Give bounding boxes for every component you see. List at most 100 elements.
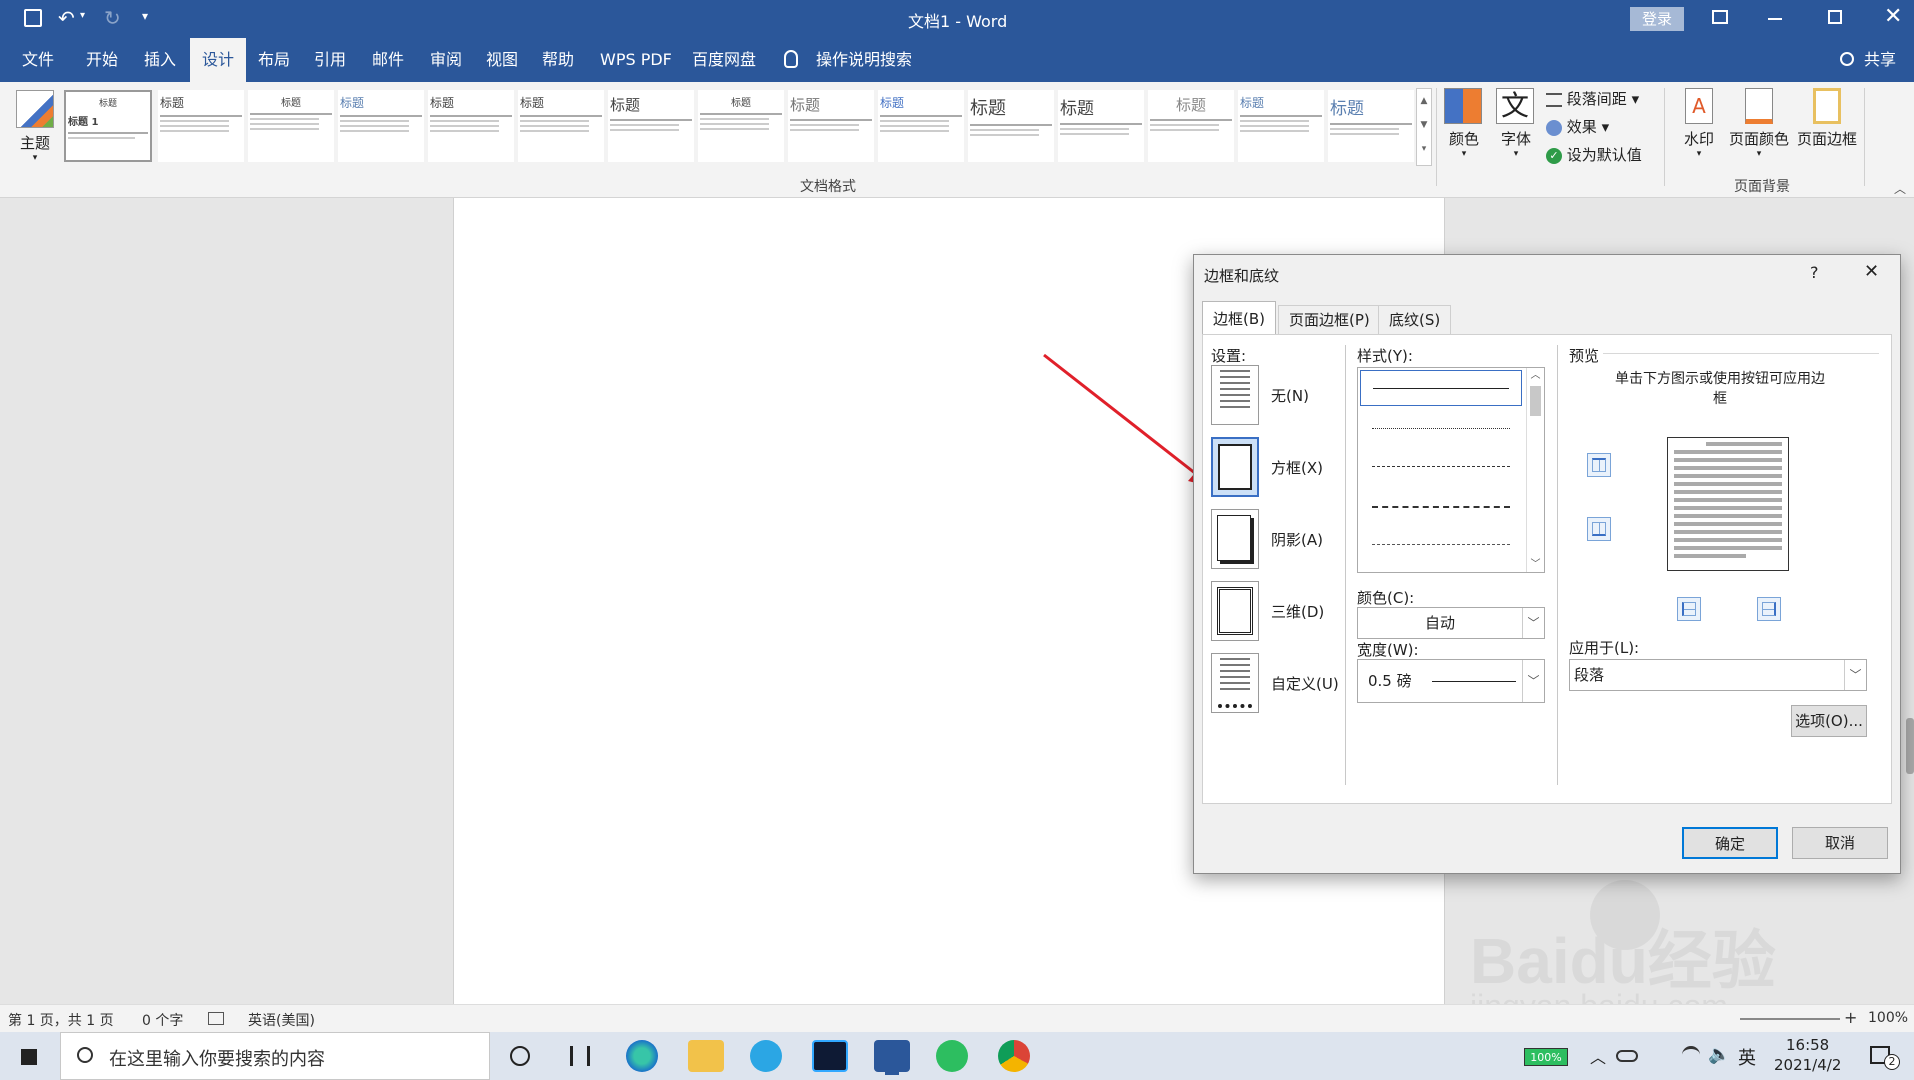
zoom-level[interactable]: 100% (1868, 1010, 1908, 1026)
menu-mailings[interactable]: 邮件 (366, 38, 410, 82)
style-set-thumb[interactable]: 标题 (1328, 90, 1414, 162)
watermark-button[interactable]: A 水印 ▾ (1676, 88, 1722, 168)
width-select[interactable]: 0.5 磅 ﹀ (1357, 659, 1545, 703)
style-set-thumb[interactable]: 标题 (518, 90, 604, 162)
style-set-thumb[interactable]: 标题 (338, 90, 424, 162)
file-explorer-icon[interactable] (688, 1040, 724, 1072)
setting-3d-label[interactable]: 三维(D) (1271, 601, 1324, 622)
preview-page[interactable] (1667, 437, 1789, 571)
theme-button[interactable]: 主题 ▾ (10, 88, 60, 168)
ok-button[interactable]: 确定 (1682, 827, 1778, 859)
maximize-icon[interactable] (1828, 10, 1842, 24)
dialog-close-icon[interactable]: ✕ (1864, 261, 1879, 282)
setting-box-icon[interactable] (1211, 437, 1259, 497)
page-borders-button[interactable]: 页面边框 (1794, 88, 1860, 168)
style-set-thumb[interactable]: 标题 (788, 90, 874, 162)
menu-insert[interactable]: 插入 (138, 38, 182, 82)
setting-3d-icon[interactable] (1211, 581, 1259, 641)
undo-icon[interactable]: ↶ (58, 6, 75, 30)
setting-custom-icon[interactable] (1211, 653, 1259, 713)
network-icon[interactable] (1682, 1046, 1700, 1064)
chevron-up-icon[interactable]: ︿ (1527, 368, 1544, 384)
collapse-ribbon-icon[interactable]: ︿ (1894, 180, 1906, 197)
style-fine-dash-line[interactable] (1372, 466, 1510, 467)
menu-view[interactable]: 视图 (480, 38, 524, 82)
ribbon-display-icon[interactable] (1712, 10, 1728, 24)
zoom-in-icon[interactable]: + (1844, 1008, 1857, 1027)
border-top-button[interactable] (1587, 453, 1611, 477)
style-dash-line[interactable] (1372, 506, 1510, 508)
word-icon[interactable] (874, 1040, 910, 1072)
style-dash-dot-line[interactable] (1372, 544, 1510, 545)
ime-indicator[interactable]: 英 (1738, 1044, 1756, 1070)
style-dotted-line[interactable] (1372, 428, 1510, 429)
gallery-scrollbar[interactable]: ▲ ▼ ▾ (1416, 88, 1432, 166)
page-color-button[interactable]: 页面颜色 ▾ (1726, 88, 1792, 168)
customize-qat-icon[interactable]: ▾ (142, 9, 148, 23)
paragraph-spacing-button[interactable]: 段落间距 ▾ (1546, 88, 1639, 110)
ie-icon[interactable] (750, 1040, 782, 1072)
photoshop-icon[interactable] (812, 1040, 848, 1072)
onedrive-icon[interactable] (1616, 1050, 1638, 1062)
tab-borders[interactable]: 边框(B) (1202, 301, 1276, 335)
edge-icon[interactable] (626, 1040, 658, 1072)
vertical-scrollbar[interactable] (1906, 718, 1914, 774)
options-button[interactable]: 选项(O)... (1791, 705, 1867, 737)
battery-icon[interactable]: 100% (1524, 1048, 1568, 1066)
menu-review[interactable]: 审阅 (424, 38, 468, 82)
evernote-icon[interactable] (936, 1040, 968, 1072)
setting-none-icon[interactable] (1211, 365, 1259, 425)
fonts-button[interactable]: 文 字体 ▾ (1496, 88, 1536, 168)
menu-wps-pdf[interactable]: WPS PDF (594, 38, 678, 82)
help-button[interactable]: ? (1810, 263, 1819, 282)
apply-to-select[interactable]: 段落 ﹀ (1569, 659, 1867, 691)
close-icon[interactable]: ✕ (1884, 4, 1902, 29)
style-set-thumb[interactable]: 标题 标题 1 (64, 90, 152, 162)
setting-custom-label[interactable]: 自定义(U) (1271, 673, 1339, 694)
login-button[interactable]: 登录 (1630, 7, 1684, 31)
taskbar-search-box[interactable]: 在这里输入你要搜索的内容 (60, 1032, 490, 1080)
page-count[interactable]: 第 1 页，共 1 页 (8, 1010, 114, 1030)
set-default-button[interactable]: ✓ 设为默认值 (1546, 144, 1642, 166)
proofing-icon[interactable] (208, 1012, 224, 1025)
undo-dropdown-icon[interactable]: ▾ (80, 10, 85, 21)
chrome-icon[interactable] (998, 1040, 1030, 1072)
tab-shading[interactable]: 底纹(S) (1378, 305, 1452, 335)
task-view-icon[interactable] (570, 1046, 590, 1066)
volume-icon[interactable]: 🔈 (1708, 1044, 1730, 1065)
clock-date[interactable]: 2021/4/2 (1774, 1056, 1841, 1074)
word-count[interactable]: 0 个字 (142, 1010, 183, 1030)
setting-shadow-label[interactable]: 阴影(A) (1271, 529, 1323, 550)
chevron-down-icon[interactable]: ﹀ (1527, 555, 1544, 570)
menu-file[interactable]: 文件 (16, 38, 60, 82)
style-set-thumb[interactable]: 标题 (158, 90, 244, 162)
style-scrollbar[interactable]: ︿ ﹀ (1526, 368, 1544, 572)
minimize-icon[interactable] (1768, 18, 1782, 20)
color-select[interactable]: 自动 ﹀ (1357, 607, 1545, 639)
menu-help[interactable]: 帮助 (536, 38, 580, 82)
style-set-thumb[interactable]: 标题 (878, 90, 964, 162)
windows-start-icon[interactable] (20, 1048, 38, 1066)
save-icon[interactable] (24, 9, 42, 27)
language-indicator[interactable]: 英语(美国) (248, 1010, 315, 1030)
style-set-thumb[interactable]: 标题 (428, 90, 514, 162)
style-set-thumb[interactable]: 标题 (1238, 90, 1324, 162)
style-set-thumb[interactable]: 标题 (1148, 90, 1234, 162)
menu-home[interactable]: 开始 (80, 38, 124, 82)
border-right-button[interactable] (1757, 597, 1781, 621)
style-solid-line[interactable] (1360, 370, 1522, 406)
share-button[interactable]: 共享 (1858, 38, 1902, 82)
border-bottom-button[interactable] (1587, 517, 1611, 541)
tell-me-search[interactable]: 操作说明搜索 (810, 38, 918, 82)
effects-button[interactable]: 效果 ▾ (1546, 116, 1609, 138)
style-set-thumb[interactable]: 标题 (698, 90, 784, 162)
colors-button[interactable]: 颜色 ▾ (1444, 88, 1484, 168)
zoom-slider[interactable] (1740, 1018, 1840, 1020)
style-set-thumb[interactable]: 标题 (608, 90, 694, 162)
menu-references[interactable]: 引用 (308, 38, 352, 82)
redo-icon[interactable]: ↻ (104, 6, 121, 30)
tab-page-borders[interactable]: 页面边框(P) (1278, 305, 1381, 335)
border-left-button[interactable] (1677, 597, 1701, 621)
clock-time[interactable]: 16:58 (1786, 1036, 1829, 1054)
cortana-icon[interactable] (510, 1046, 530, 1066)
